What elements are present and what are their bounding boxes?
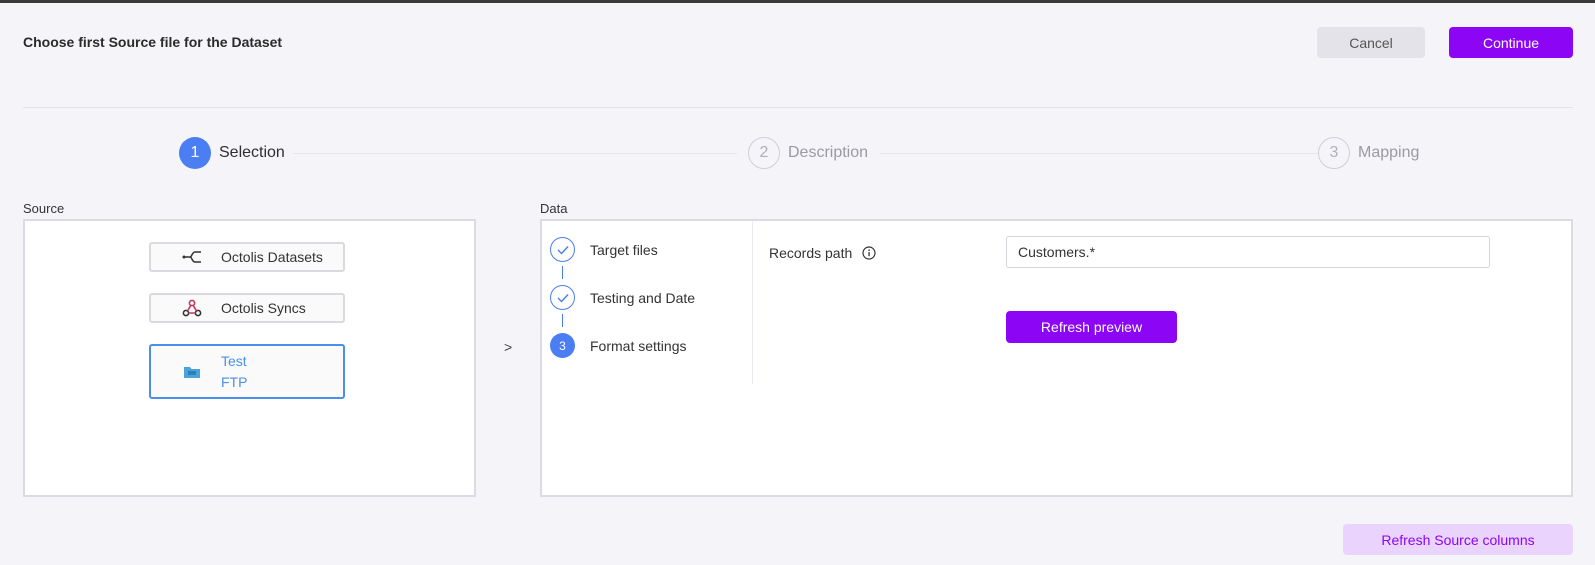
- data-panel: Target files Testing and Date 3 Format s…: [540, 219, 1573, 497]
- step-label: Description: [788, 144, 869, 161]
- info-icon[interactable]: [862, 246, 876, 260]
- substep-label: Format settings: [590, 337, 687, 354]
- page-title: Choose first Source file for the Dataset: [23, 34, 283, 50]
- refresh-source-columns-button[interactable]: Refresh Source columns: [1343, 524, 1573, 555]
- header-divider: [23, 107, 1573, 108]
- substep-label: Target files: [590, 241, 658, 258]
- dataset-merge-icon: [179, 250, 205, 264]
- source-test-ftp[interactable]: Test FTP: [149, 344, 345, 399]
- cancel-button[interactable]: Cancel: [1317, 27, 1425, 58]
- source-label: Source: [23, 201, 65, 216]
- source-panel: Octolis Datasets Octolis Syncs Test FTP: [23, 219, 476, 497]
- source-item-label: Octolis Datasets: [221, 249, 323, 265]
- webhook-icon: [179, 299, 205, 317]
- refresh-preview-button[interactable]: Refresh preview: [1006, 311, 1177, 343]
- step-number: 2: [748, 137, 780, 169]
- step-number: 1: [179, 137, 211, 169]
- step-mapping[interactable]: 3 Mapping: [1318, 137, 1419, 169]
- data-label: Data: [540, 201, 568, 216]
- substep-divider: [752, 221, 753, 384]
- arrow-indicator: >: [504, 339, 513, 355]
- step-number: 3: [1318, 137, 1350, 169]
- step-description[interactable]: 2 Description: [748, 137, 868, 169]
- step-selection[interactable]: 1 Selection: [179, 137, 285, 169]
- substep-number: 3: [550, 333, 575, 358]
- step-label: Mapping: [1358, 144, 1420, 161]
- source-octolis-syncs[interactable]: Octolis Syncs: [149, 293, 345, 323]
- source-item-label: Test: [221, 352, 247, 369]
- substep-format-settings[interactable]: 3 Format settings: [550, 333, 686, 358]
- substep-label: Testing and Date: [590, 289, 696, 306]
- source-item-sublabel: FTP: [221, 373, 248, 390]
- substep-target-files[interactable]: Target files: [550, 237, 658, 262]
- substep-testing-date[interactable]: Testing and Date: [550, 285, 695, 310]
- stepper-connector: [880, 153, 1322, 154]
- check-icon: [550, 285, 575, 310]
- substep-connector: [562, 266, 563, 279]
- ftp-folder-icon: [179, 365, 205, 379]
- records-path-input[interactable]: [1006, 236, 1490, 268]
- substep-connector: [562, 314, 563, 327]
- source-octolis-datasets[interactable]: Octolis Datasets: [149, 242, 345, 272]
- step-label: Selection: [219, 144, 285, 161]
- stepper-connector: [293, 153, 737, 154]
- continue-button[interactable]: Continue: [1449, 27, 1573, 58]
- check-icon: [550, 237, 575, 262]
- source-item-label: Octolis Syncs: [221, 300, 306, 316]
- records-path-label: Records path: [769, 245, 876, 261]
